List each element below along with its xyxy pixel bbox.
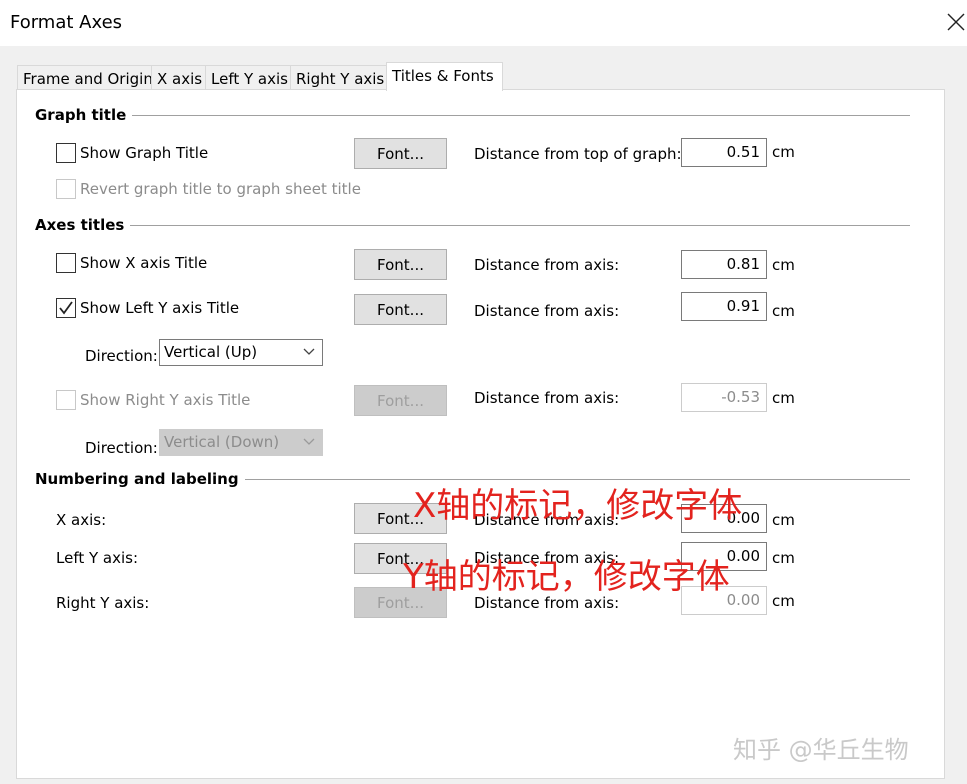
annotation-y-axis-note: Y轴的标记，修改字体 [403,557,730,597]
left-y-direction-select[interactable]: Vertical (Up) [159,339,323,366]
checkmark-icon [59,301,73,315]
numbering-left-y-axis-unit: cm [772,549,795,567]
left-y-direction-label: Direction: [85,347,158,365]
tab-x-axis[interactable]: X axis [151,65,206,90]
right-y-direction-select[interactable]: Vertical (Down) [159,429,323,456]
x-axis-title-distance-label: Distance from axis: [474,256,620,274]
show-graph-title-checkbox[interactable] [56,143,76,163]
x-axis-title-distance-input[interactable]: 0.81 [681,250,767,279]
left-y-axis-title-font-button[interactable]: Font... [354,294,447,325]
chevron-down-icon [303,348,315,355]
graph-title-distance-label: Distance from top of graph: [474,145,682,163]
numbering-right-y-axis-label: Right Y axis: [56,594,150,612]
show-left-y-axis-title-label: Show Left Y axis Title [80,299,240,317]
left-y-axis-title-unit: cm [772,302,795,320]
graph-title-distance-input[interactable]: 0.51 [681,138,767,167]
chevron-down-icon [303,438,315,445]
numbering-left-y-axis-label: Left Y axis: [56,549,139,567]
graph-title-unit: cm [772,143,795,161]
tab-frame-and-origin[interactable]: Frame and Origin [17,65,153,90]
section-heading-numbering: Numbering and labeling [35,470,245,488]
revert-title-label: Revert graph title to graph sheet title [80,180,361,198]
section-heading-axes-titles: Axes titles [35,216,131,234]
right-y-direction-value: Vertical (Down) [164,433,280,451]
section-divider [124,115,910,116]
left-y-direction-value: Vertical (Up) [164,343,258,361]
x-axis-title-unit: cm [772,256,795,274]
show-x-axis-title-label: Show X axis Title [80,254,208,272]
close-icon[interactable] [946,12,966,32]
watermark: 知乎 @华丘生物 [733,736,909,764]
title-bar: Format Axes [0,0,967,46]
tab-left-y-axis[interactable]: Left Y axis [205,65,291,90]
show-graph-title-label: Show Graph Title [80,144,209,162]
show-right-y-axis-title-checkbox[interactable] [56,390,76,410]
tab-titles-and-fonts[interactable]: Titles & Fonts [386,62,503,91]
right-y-axis-title-unit: cm [772,389,795,407]
numbering-x-axis-unit: cm [772,511,795,529]
x-axis-title-font-button[interactable]: Font... [354,249,447,280]
right-y-axis-title-distance-label: Distance from axis: [474,389,620,407]
numbering-right-y-axis-unit: cm [772,592,795,610]
right-y-direction-label: Direction: [85,439,158,457]
section-heading-graph-title: Graph title [35,106,133,124]
window-title: Format Axes [10,12,123,33]
right-y-axis-title-font-button[interactable]: Font... [354,385,447,416]
right-y-axis-title-distance-input[interactable]: -0.53 [681,383,767,412]
section-divider [126,225,910,226]
annotation-x-axis-note: X轴的标记，修改字体 [413,486,743,526]
show-right-y-axis-title-label: Show Right Y axis Title [80,391,251,409]
show-x-axis-title-checkbox[interactable] [56,253,76,273]
show-left-y-axis-title-checkbox[interactable] [56,298,76,318]
left-y-axis-title-distance-input[interactable]: 0.91 [681,292,767,321]
left-y-axis-title-distance-label: Distance from axis: [474,302,620,320]
graph-title-font-button[interactable]: Font... [354,138,447,169]
tab-right-y-axis[interactable]: Right Y axis [290,65,388,90]
revert-title-checkbox[interactable] [56,179,76,199]
numbering-x-axis-label: X axis: [56,511,107,529]
